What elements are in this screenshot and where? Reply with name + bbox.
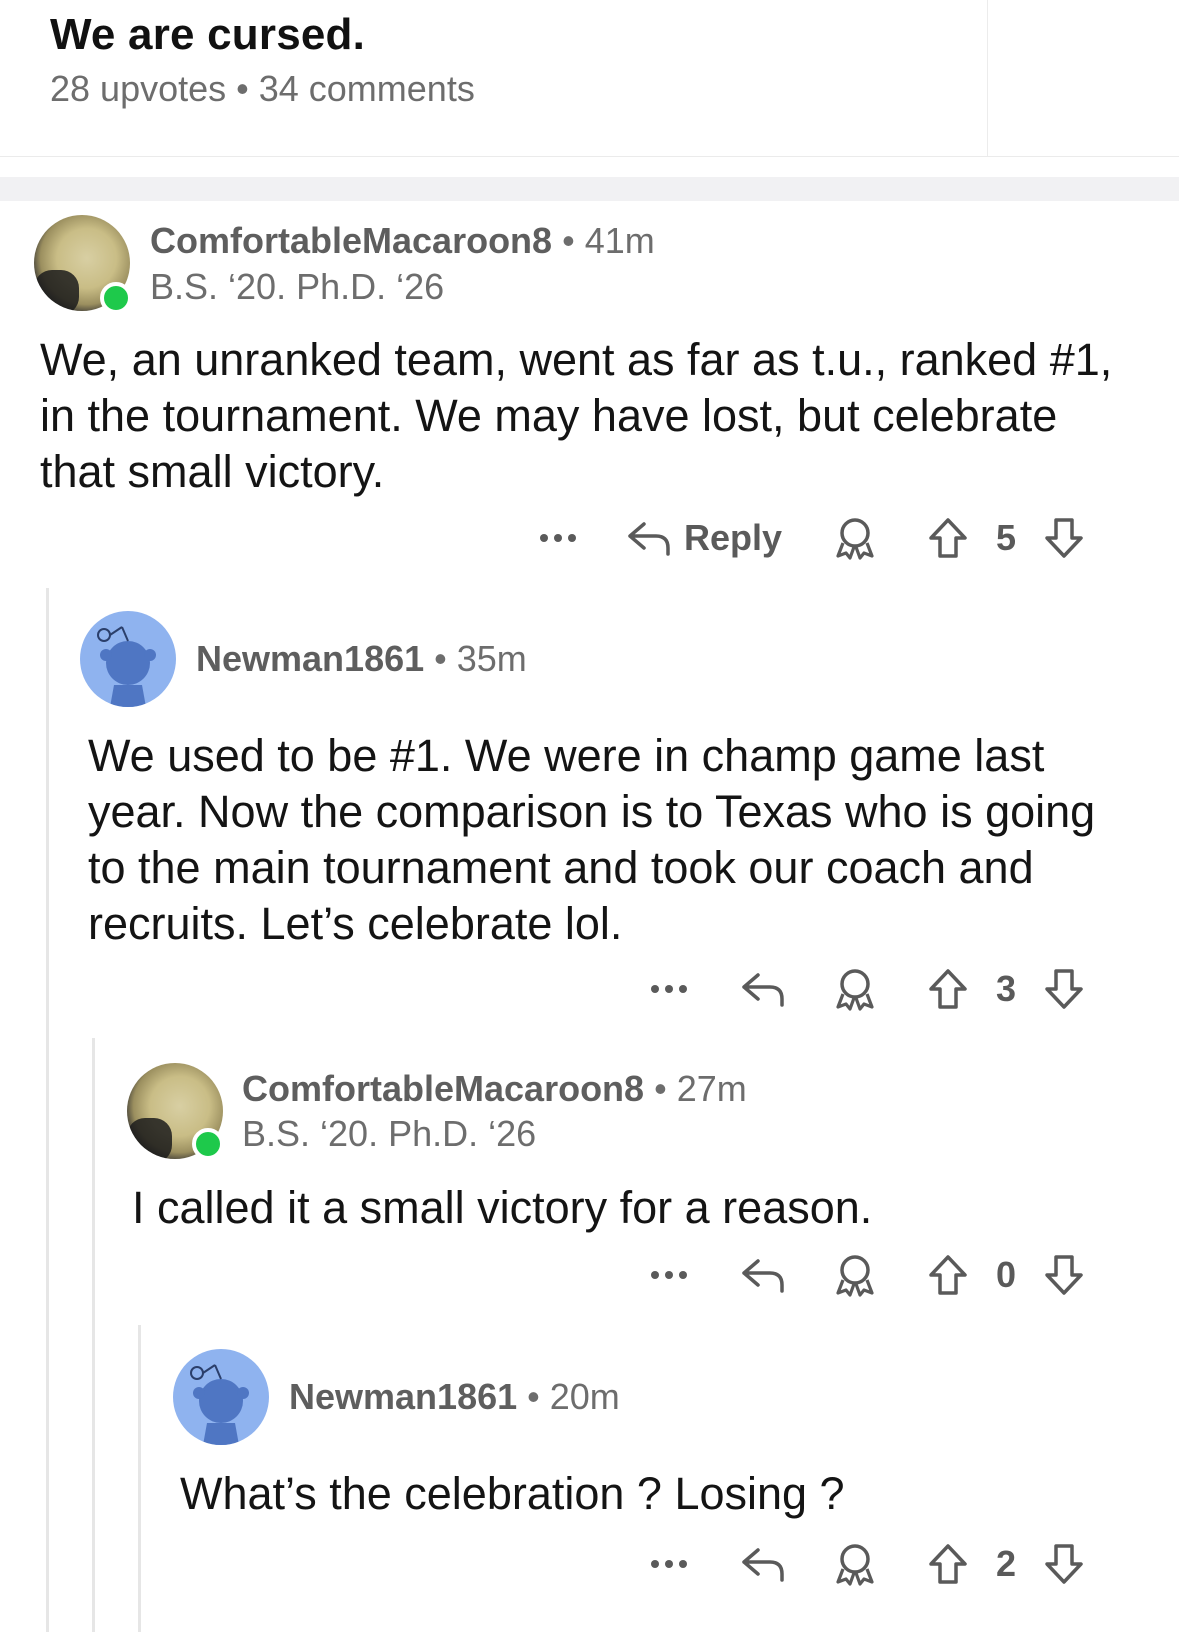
comment-time: 35m	[456, 638, 527, 679]
more-options-icon	[651, 1560, 687, 1568]
downvote-button[interactable]	[1040, 1536, 1088, 1592]
vote-count-value: 2	[995, 1543, 1017, 1584]
comment-body: We, an unranked team, went as far as t.u…	[40, 334, 1113, 497]
reply-arrow-icon	[742, 1548, 784, 1582]
reply-label: Reply	[684, 517, 783, 558]
vote-count-value: 3	[995, 968, 1017, 1009]
comment-body: What’s the celebration ? Losing ?	[180, 1468, 845, 1519]
more-options-icon	[651, 1271, 687, 1279]
downvote-arrow-icon	[1045, 969, 1083, 1009]
reply-button[interactable]: Reply	[626, 510, 792, 566]
comment-time: 20m	[549, 1376, 620, 1417]
more-options-button[interactable]	[530, 510, 586, 566]
reply-arrow-icon	[742, 973, 784, 1007]
section-separator	[0, 177, 1179, 201]
reply-arrow-icon	[742, 1259, 784, 1293]
more-options-button[interactable]	[641, 961, 697, 1017]
comment-body: I called it a small victory for a reason…	[132, 1182, 873, 1233]
comment-actions: 3	[0, 961, 1179, 1017]
downvote-button[interactable]	[1040, 961, 1088, 1017]
reply-button[interactable]	[738, 1536, 788, 1592]
header-divider	[987, 0, 988, 156]
online-indicator	[100, 282, 132, 314]
comment-author[interactable]: Newman1861 • 20m	[289, 1376, 620, 1418]
comment-author[interactable]: Newman1861 • 35m	[196, 638, 527, 680]
avatar[interactable]	[80, 611, 176, 707]
vote-count-value: 0	[995, 1254, 1017, 1295]
post-title[interactable]: We are cursed.	[50, 10, 365, 60]
award-icon	[836, 1544, 874, 1586]
reply-button[interactable]	[738, 961, 788, 1017]
upvote-arrow-icon	[929, 1544, 967, 1584]
upvote-arrow-icon	[929, 1255, 967, 1295]
vote-count-value: 5	[995, 517, 1017, 558]
comment-actions: 2	[0, 1536, 1179, 1592]
avatar[interactable]	[173, 1349, 269, 1445]
downvote-button[interactable]	[1040, 1247, 1088, 1303]
more-options-button[interactable]	[641, 1536, 697, 1592]
username[interactable]: Newman1861	[289, 1376, 517, 1417]
comment-time: 41m	[584, 220, 655, 261]
user-flair: B.S. ‘20. Ph.D. ‘26	[150, 266, 445, 307]
award-button[interactable]	[830, 961, 880, 1017]
comment-time: 27m	[676, 1068, 747, 1109]
user-flair: B.S. ‘20. Ph.D. ‘26	[242, 1113, 537, 1154]
separator-dot: •	[527, 1376, 550, 1417]
more-options-icon	[651, 985, 687, 993]
vote-count: 3	[984, 961, 1028, 1017]
downvote-arrow-icon	[1045, 1255, 1083, 1295]
separator-dot: •	[654, 1068, 677, 1109]
vote-count: 0	[984, 1247, 1028, 1303]
username[interactable]: ComfortableMacaroon8	[242, 1068, 644, 1109]
vote-count: 2	[984, 1536, 1028, 1592]
comment-actions: 0	[0, 1247, 1179, 1303]
award-icon	[836, 518, 874, 560]
post-header: We are cursed. 28 upvotes • 34 comments	[0, 0, 1179, 157]
more-options-icon	[540, 534, 576, 542]
award-icon	[836, 969, 874, 1011]
award-button[interactable]	[830, 1247, 880, 1303]
snoo-avatar-icon	[190, 1364, 249, 1445]
comment-body: We used to be #1. We were in champ game …	[88, 730, 1096, 949]
snoo-avatar-icon	[97, 626, 156, 707]
comment-actions: Reply 5	[0, 510, 1179, 566]
downvote-arrow-icon	[1045, 1544, 1083, 1584]
upvote-button[interactable]	[924, 1536, 972, 1592]
award-button[interactable]	[830, 1536, 880, 1592]
separator-dot: •	[434, 638, 457, 679]
more-options-button[interactable]	[641, 1247, 697, 1303]
thread-line	[46, 588, 49, 1632]
upvote-button[interactable]	[924, 510, 972, 566]
comment-author[interactable]: ComfortableMacaroon8 • 27m	[242, 1068, 747, 1110]
downvote-arrow-icon	[1045, 518, 1083, 558]
award-icon	[836, 1255, 874, 1297]
reply-arrow-icon	[628, 522, 670, 556]
username[interactable]: ComfortableMacaroon8	[150, 220, 552, 261]
upvote-arrow-icon	[929, 518, 967, 558]
comment-author[interactable]: ComfortableMacaroon8 • 41m	[150, 220, 655, 262]
username[interactable]: Newman1861	[196, 638, 424, 679]
upvote-button[interactable]	[924, 961, 972, 1017]
separator-dot: •	[562, 220, 585, 261]
downvote-button[interactable]	[1040, 510, 1088, 566]
online-indicator	[192, 1128, 224, 1160]
upvote-arrow-icon	[929, 969, 967, 1009]
upvote-button[interactable]	[924, 1247, 972, 1303]
vote-count: 5	[984, 510, 1028, 566]
reply-button[interactable]	[738, 1247, 788, 1303]
award-button[interactable]	[830, 510, 880, 566]
post-meta: 28 upvotes • 34 comments	[50, 68, 475, 109]
